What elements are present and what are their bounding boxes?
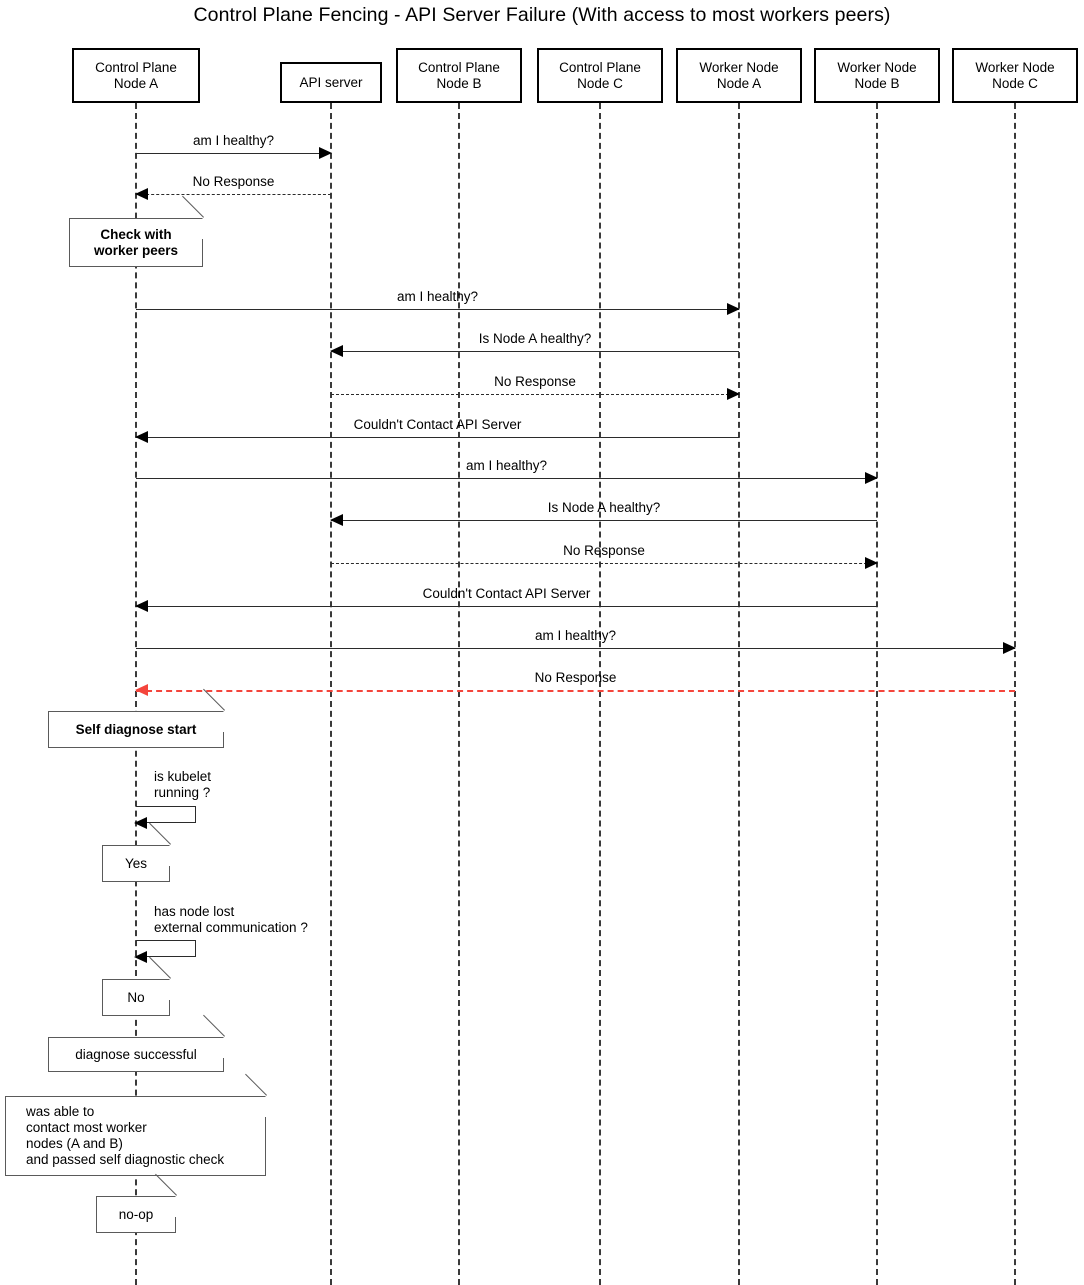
lifeline-wk_c (1014, 103, 1016, 1285)
participant-label: API server (299, 74, 363, 90)
arrowhead-right-icon (319, 147, 332, 159)
participant-wk_c[interactable]: Worker Node Node C (952, 48, 1078, 103)
lifeline-api (330, 103, 332, 1285)
participant-label: Control Plane Node C (559, 59, 641, 91)
message-line (136, 194, 331, 195)
note-diagnose-success: diagnose successful (48, 1014, 225, 1072)
note-fold-icon (149, 956, 171, 979)
message-label: No Response (534, 670, 617, 685)
arrowhead-left-icon (330, 345, 343, 357)
note-text: no-op (118, 1206, 154, 1222)
arrowhead-right-icon (727, 303, 740, 315)
participant-label: Worker Node Node B (837, 59, 917, 91)
self-message-label: has node lost external communication ? (154, 904, 308, 935)
participant-cp_b[interactable]: Control Plane Node B (396, 48, 522, 103)
participant-label: Control Plane Node B (418, 59, 500, 91)
message-line (136, 437, 739, 438)
participant-cp_a[interactable]: Control Plane Node A (72, 48, 200, 103)
note-self-diagnose: Self diagnose start (48, 688, 225, 748)
message-line (331, 563, 877, 564)
note-noop: no-op (96, 1173, 177, 1233)
arrowhead-left-icon (135, 188, 148, 200)
participant-api[interactable]: API server (280, 62, 382, 103)
note-fold-icon (149, 822, 171, 845)
note-text: diagnose successful (75, 1046, 197, 1062)
note-no: No (102, 956, 171, 1016)
self-message-loop (134, 940, 196, 963)
message-line (136, 606, 877, 607)
message-line (331, 351, 739, 352)
note-text: Self diagnose start (75, 721, 197, 737)
note-text: Check with worker peers (93, 226, 179, 258)
note-fold-icon (182, 195, 204, 218)
note-text: No (127, 989, 145, 1005)
note-check-peers: Check with worker peers (69, 195, 204, 267)
participant-label: Worker Node Node A (699, 59, 779, 91)
message-label: No Response (563, 543, 645, 558)
page-title: Control Plane Fencing - API Server Failu… (193, 4, 891, 26)
arrowhead-right-icon (727, 388, 740, 400)
lifeline-cp_c (599, 103, 601, 1285)
message-line (136, 309, 739, 310)
participant-label: Control Plane Node A (95, 59, 177, 91)
sequence-diagram-canvas: Control Plane Fencing - API Server Failu… (0, 0, 1084, 1285)
arrowhead-left-icon (135, 684, 148, 696)
message-label: am I healthy? (465, 458, 548, 473)
arrowhead-right-icon (865, 472, 878, 484)
note-summary: was able to contact most worker nodes (A… (5, 1073, 267, 1176)
message-line (331, 520, 877, 521)
participant-wk_a[interactable]: Worker Node Node A (676, 48, 802, 103)
participant-wk_b[interactable]: Worker Node Node B (814, 48, 940, 103)
arrowhead-left-icon (330, 514, 343, 526)
arrowhead-left-icon (134, 950, 147, 963)
message-line (331, 394, 739, 395)
message-label: Couldn't Contact API Server (353, 417, 522, 432)
message-line (136, 648, 1015, 649)
message-label: Couldn't Contact API Server (422, 586, 591, 601)
lifeline-cp_b (458, 103, 460, 1285)
message-label: am I healthy? (396, 289, 479, 304)
message-label: Is Node A healthy? (478, 331, 592, 346)
note-text: was able to contact most worker nodes (A… (26, 1104, 225, 1167)
message-line (136, 690, 1015, 692)
message-label: Is Node A healthy? (547, 500, 661, 515)
arrowhead-left-icon (135, 600, 148, 612)
note-fold-icon (203, 688, 225, 711)
message-line (136, 478, 877, 479)
message-line (136, 153, 331, 154)
message-label: No Response (192, 174, 275, 189)
message-label: am I healthy? (192, 133, 275, 148)
participant-cp_c[interactable]: Control Plane Node C (537, 48, 663, 103)
note-fold-icon (245, 1073, 267, 1096)
arrowhead-right-icon (865, 557, 878, 569)
message-label: am I healthy? (534, 628, 617, 643)
note-yes: Yes (102, 822, 171, 882)
arrowhead-right-icon (1003, 642, 1016, 654)
note-fold-cut (245, 1096, 266, 1117)
note-text: Yes (124, 855, 148, 871)
lifeline-wk_a (738, 103, 740, 1285)
message-label: No Response (494, 374, 576, 389)
self-message-loop (134, 806, 196, 829)
participant-label: Worker Node Node C (975, 59, 1055, 91)
note-fold-icon (203, 1014, 225, 1037)
note-fold-icon (155, 1173, 177, 1196)
lifeline-wk_b (876, 103, 878, 1285)
arrowhead-left-icon (135, 431, 148, 443)
arrowhead-left-icon (134, 816, 147, 829)
self-message-label: is kubelet running ? (154, 769, 212, 800)
